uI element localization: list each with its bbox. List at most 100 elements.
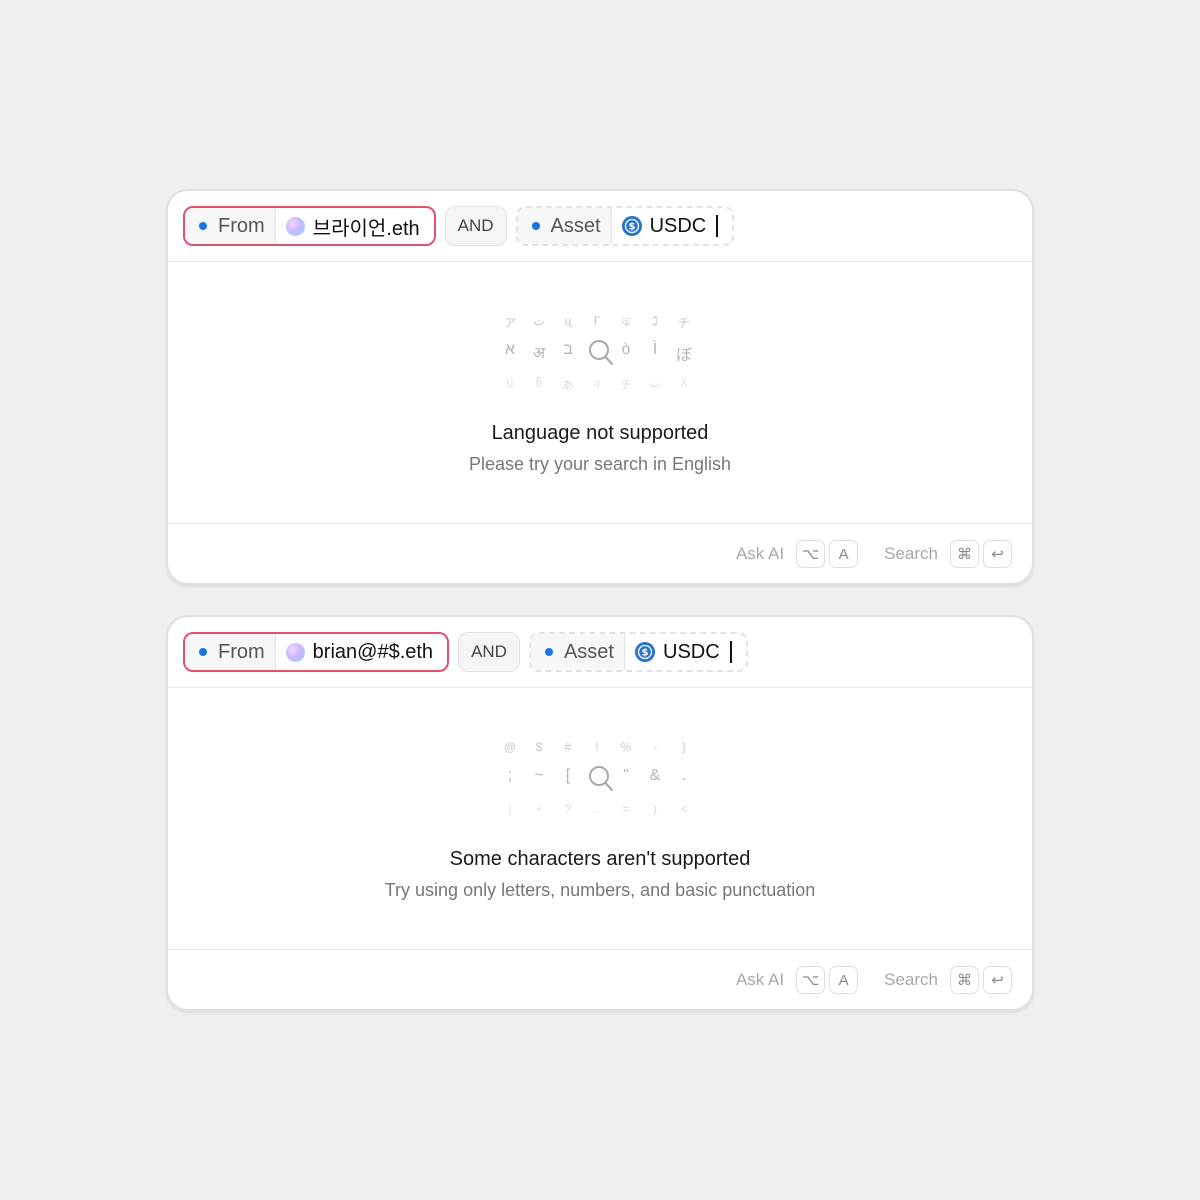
- svg-text:$: $: [628, 222, 635, 233]
- glyph: !: [595, 740, 599, 754]
- glyph: ;: [507, 767, 513, 784]
- filter-key-label: From: [218, 214, 265, 237]
- dot-icon: [544, 648, 553, 656]
- command-key-icon: ⌘: [950, 966, 979, 994]
- filter-value[interactable]: 브라이언.eth: [276, 208, 434, 244]
- glyph: Ì: [652, 341, 658, 358]
- query-bar[interactable]: From 브라이언.eth AND Asset $ USDC: [168, 191, 1032, 262]
- filter-chip-from[interactable]: From 브라이언.eth: [183, 206, 436, 246]
- glyph: ت: [533, 314, 545, 328]
- glyph: ц: [564, 314, 572, 328]
- filter-key: Asset: [530, 634, 625, 670]
- filter-value-text: USDC: [649, 214, 707, 237]
- filter-key-label: Asset: [550, 214, 601, 237]
- a-key: A: [829, 966, 859, 994]
- glyph: |: [508, 802, 512, 816]
- usdc-icon: $: [635, 642, 655, 662]
- glyph: ب: [649, 376, 661, 390]
- filter-chip-asset[interactable]: Asset $ USDC: [515, 206, 735, 246]
- dot-icon: [531, 222, 540, 230]
- glyph: あ: [561, 378, 574, 392]
- glyph: ℷ: [652, 314, 658, 328]
- option-key-icon: ⌥: [796, 966, 826, 994]
- filter-value-text: brian@#$.eth: [312, 640, 434, 663]
- text-cursor: [729, 641, 732, 663]
- command-key-icon: ⌘: [950, 540, 979, 568]
- filter-key: Asset: [517, 208, 612, 244]
- empty-state-title: Language not supported: [491, 422, 709, 444]
- empty-state-subtitle: Try using only letters, numbers, and bas…: [384, 880, 816, 900]
- a-key: A: [829, 540, 859, 568]
- search-icon: [589, 340, 614, 366]
- empty-state: ア ت ц Г ঝ ℷ チ א अ ב ò Ì ぼ ü ნ あ ব チ ب λ …: [168, 262, 1032, 524]
- glyph: ò: [621, 341, 631, 358]
- glyph: ア: [503, 316, 516, 330]
- filter-chip-asset[interactable]: Asset $ USDC: [528, 632, 748, 672]
- filter-key: From: [185, 208, 276, 244]
- empty-state-subtitle: Please try your search in English: [468, 454, 732, 474]
- glyph-illustration: @ $ # ! % - } ; ~ [ " & . | + ? . = ) <: [500, 740, 700, 820]
- glyph: א: [504, 341, 516, 358]
- glyph: +: [535, 802, 543, 816]
- search-label[interactable]: Search: [884, 970, 938, 990]
- filter-value[interactable]: brian@#$.eth: [276, 634, 447, 670]
- footer: Ask AI ⌥ A Search ⌘ ↩: [168, 524, 1032, 583]
- return-key-icon: ↩: [983, 966, 1012, 994]
- dot-icon: [199, 648, 207, 656]
- glyph: }: [681, 740, 686, 754]
- filter-value-text: USDC: [663, 640, 720, 663]
- filter-key: From: [185, 634, 276, 670]
- search-card: From brian@#$.eth AND Asset $ USDC @ $ #…: [166, 615, 1034, 1011]
- usdc-icon: $: [621, 216, 642, 236]
- glyph: %: [620, 740, 632, 754]
- glyph: अ: [532, 345, 546, 362]
- search-shortcut[interactable]: Search ⌘ ↩: [884, 966, 1012, 994]
- glyph: ぼ: [675, 347, 692, 364]
- glyph: ব: [593, 377, 601, 391]
- glyph: $: [535, 740, 543, 754]
- glyph-illustration: ア ت ц Г ঝ ℷ チ א अ ב ò Ì ぼ ü ნ あ ব チ ب λ: [500, 314, 700, 394]
- ask-ai-shortcut[interactable]: Ask AI ⌥ A: [736, 966, 859, 994]
- filter-key-label: From: [218, 640, 265, 663]
- glyph: <: [680, 802, 688, 816]
- empty-state-title: Some characters aren't supported: [449, 848, 751, 870]
- glyph: [: [565, 767, 571, 784]
- glyph: @: [503, 740, 517, 754]
- dot-icon: [199, 222, 207, 230]
- glyph: ნ: [535, 376, 543, 390]
- glyph: &: [649, 767, 661, 784]
- glyph: λ: [681, 376, 687, 390]
- ask-ai-label[interactable]: Ask AI: [736, 970, 784, 990]
- return-key-icon: ↩: [983, 540, 1012, 568]
- search-shortcut[interactable]: Search ⌘ ↩: [884, 540, 1012, 568]
- glyph: .: [595, 802, 599, 816]
- glyph: .: [681, 767, 687, 784]
- search-icon: [589, 766, 614, 792]
- glyph: -: [653, 740, 657, 754]
- glyph: ü: [506, 376, 514, 390]
- option-key-icon: ⌥: [796, 540, 826, 568]
- operator-chip[interactable]: AND: [458, 632, 520, 672]
- glyph: ?: [564, 802, 572, 816]
- operator-chip[interactable]: AND: [444, 206, 507, 246]
- search-label[interactable]: Search: [884, 544, 938, 564]
- filter-value-text: 브라이언.eth: [312, 217, 420, 240]
- glyph: ": [623, 767, 629, 784]
- avatar-icon: [285, 642, 305, 662]
- glyph: ঝ: [621, 315, 631, 329]
- text-cursor: [716, 215, 719, 237]
- glyph: ): [653, 802, 657, 816]
- glyph: #: [564, 740, 572, 754]
- ask-ai-label[interactable]: Ask AI: [736, 544, 784, 564]
- filter-key-label: Asset: [563, 640, 614, 663]
- query-bar[interactable]: From brian@#$.eth AND Asset $ USDC: [168, 617, 1032, 688]
- glyph: チ: [619, 378, 632, 392]
- filter-value[interactable]: $ USDC: [612, 208, 733, 244]
- footer: Ask AI ⌥ A Search ⌘ ↩: [168, 950, 1032, 1009]
- ask-ai-shortcut[interactable]: Ask AI ⌥ A: [736, 540, 859, 568]
- glyph: =: [622, 802, 630, 816]
- filter-chip-from[interactable]: From brian@#$.eth: [183, 632, 450, 672]
- empty-state: @ $ # ! % - } ; ~ [ " & . | + ? . = ) < …: [168, 688, 1032, 950]
- filter-value[interactable]: $ USDC: [625, 634, 746, 670]
- glyph: ~: [534, 767, 544, 784]
